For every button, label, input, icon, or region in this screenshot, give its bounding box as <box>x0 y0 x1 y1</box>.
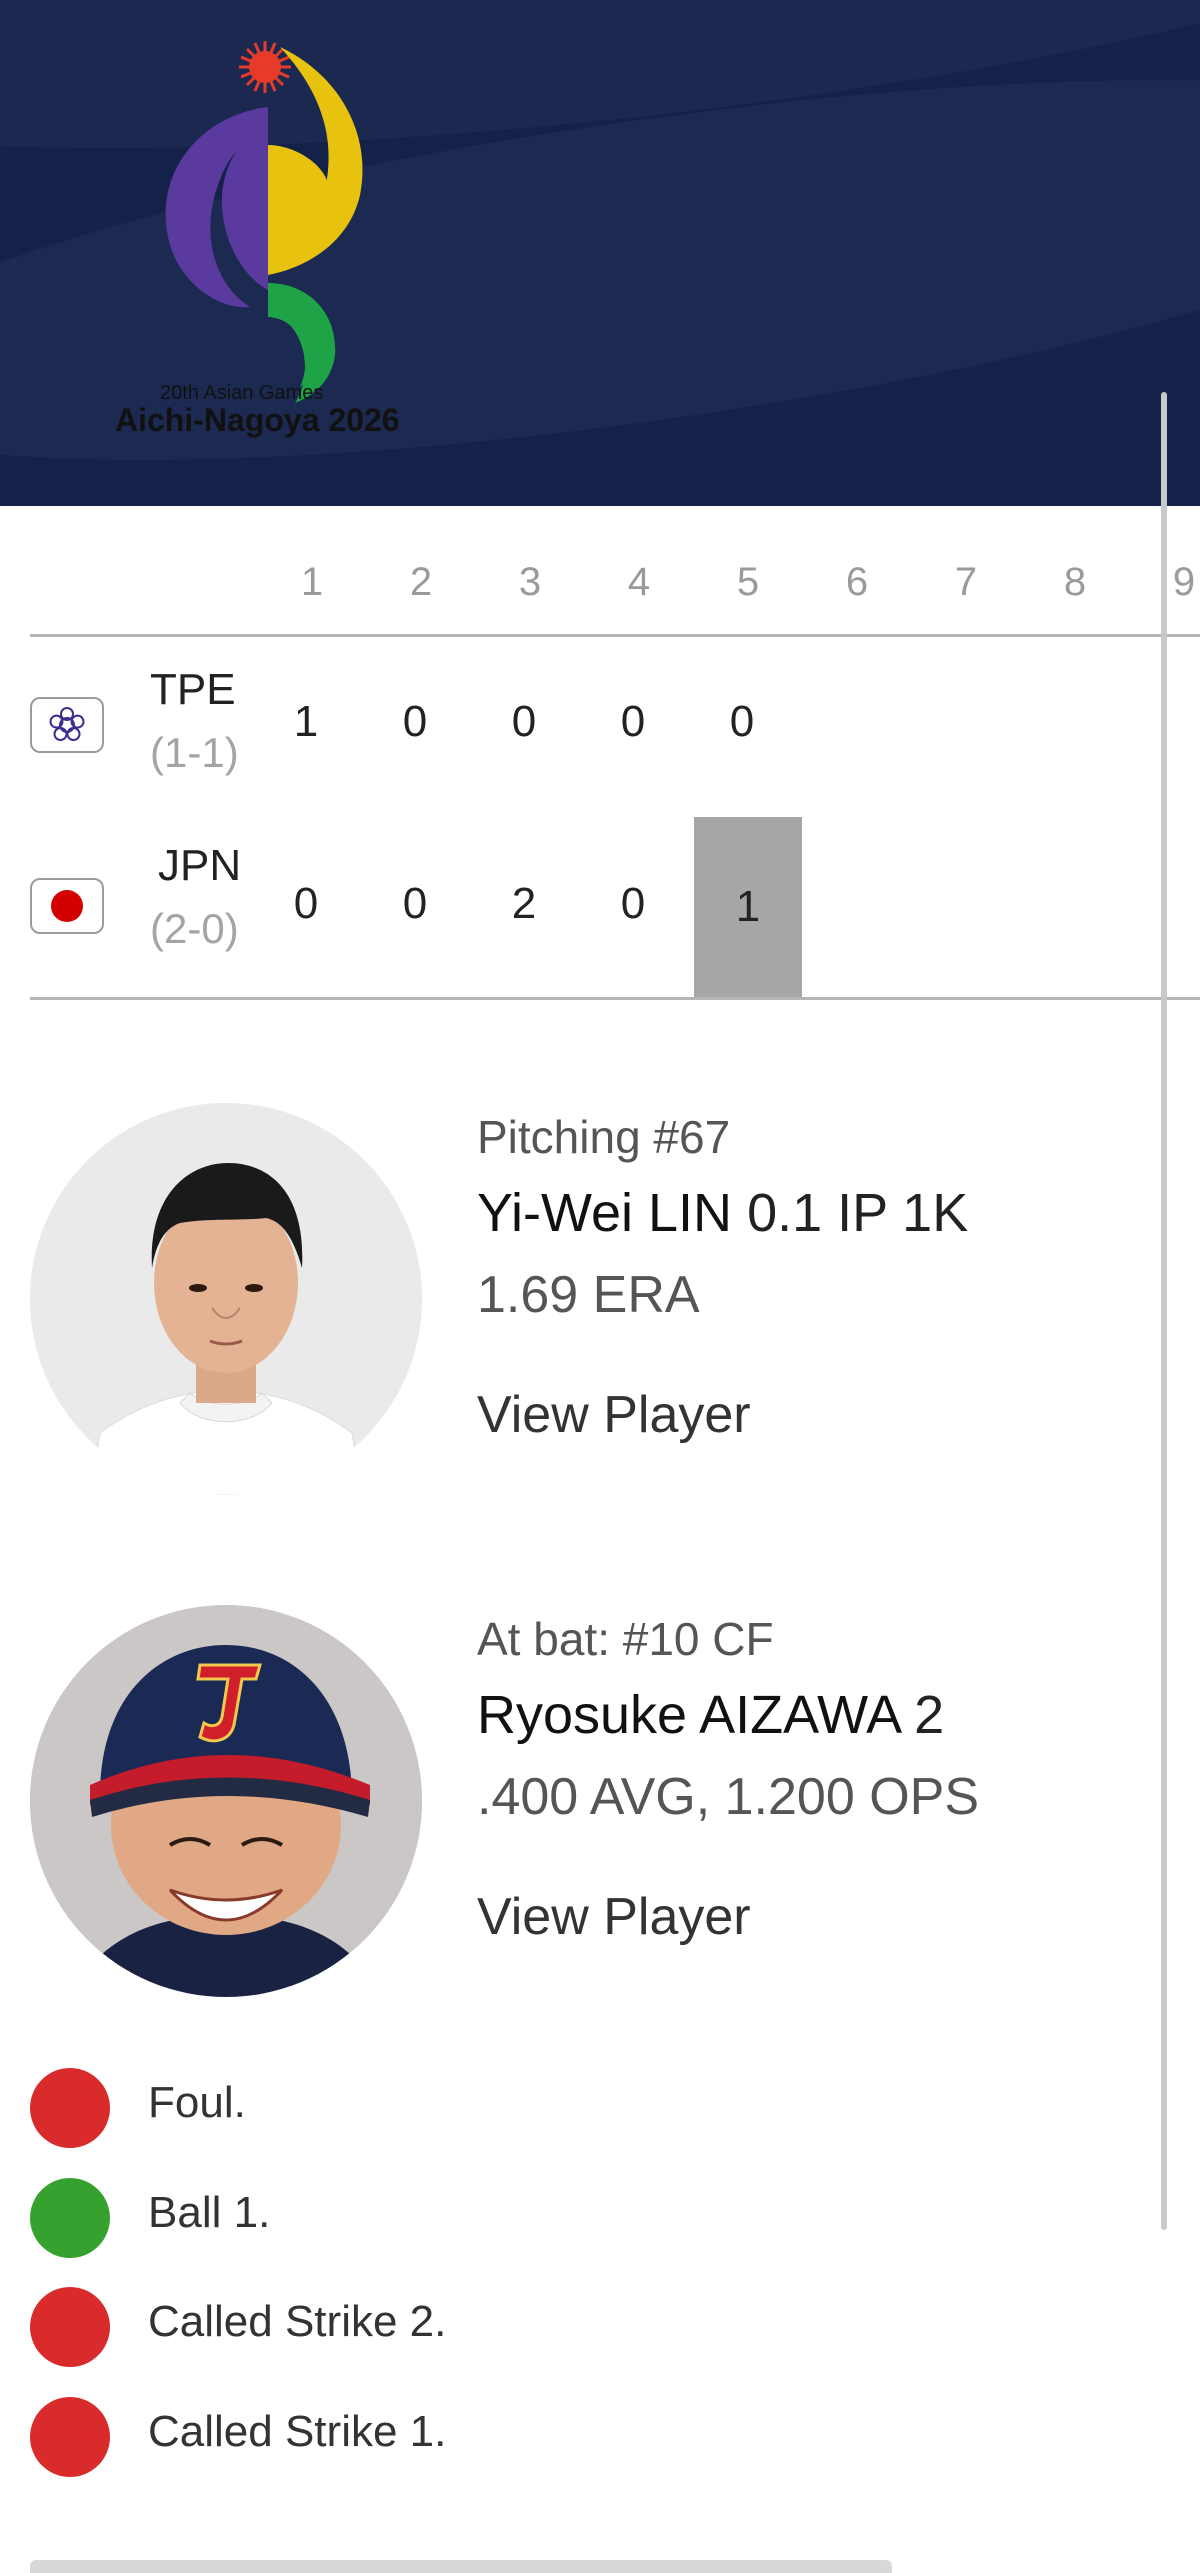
batter-summary: Ryosuke AIZAWA 2 <box>477 1684 944 1746</box>
strike-indicator-icon <box>30 2068 110 2148</box>
inning-number: 7 <box>954 560 978 604</box>
pitch-event: Called Strike 2. <box>30 2287 830 2367</box>
team-code: JPN <box>158 841 242 890</box>
linescore-divider <box>30 997 1200 1000</box>
pitch-label: Called Strike 2. <box>148 2297 447 2346</box>
inning-score: 0 <box>293 879 319 928</box>
batter-line: 2 <box>899 1685 945 1745</box>
pitcher-line: 0.1 IP 1K <box>732 1183 969 1243</box>
vertical-scrollbar[interactable] <box>1161 392 1167 2230</box>
linescore-header: 1 2 3 4 5 6 7 8 9 <box>0 540 1200 636</box>
pitch-label: Ball 1. <box>148 2188 271 2237</box>
inning-number: 8 <box>1063 560 1087 604</box>
japan-flag-icon <box>30 878 104 934</box>
header-banner: 20th Asian Games Aichi-Nagoya 2026 <box>0 0 1200 506</box>
inning-number: 3 <box>518 560 542 604</box>
pitch-event: Foul. <box>30 2068 830 2148</box>
strike-indicator-icon <box>30 2397 110 2477</box>
pitch-event: Ball 1. <box>30 2178 830 2258</box>
pitcher-summary: Yi-Wei LIN 0.1 IP 1K <box>477 1182 968 1244</box>
pitch-label: Foul. <box>148 2078 246 2127</box>
inning-score: 0 <box>620 879 646 928</box>
logo-title: Aichi-Nagoya 2026 <box>115 402 400 438</box>
inning-score: 1 <box>735 882 761 931</box>
inning-score: 0 <box>729 697 755 746</box>
inning-number: 2 <box>409 560 433 604</box>
batter-role: At bat: #10 CF <box>477 1613 774 1665</box>
team-row-jpn[interactable]: JPN (2-0) 0 0 2 0 1 <box>0 817 1200 997</box>
inning-score: 0 <box>402 879 428 928</box>
chinese-taipei-flag-icon <box>30 697 104 753</box>
pitch-label: Called Strike 1. <box>148 2407 447 2456</box>
pitcher-role: Pitching #67 <box>477 1111 731 1163</box>
team-record: (2-0) <box>150 905 239 952</box>
pitcher-avatar[interactable] <box>30 1103 422 1495</box>
inning-number: 4 <box>627 560 651 604</box>
batter-avatar[interactable] <box>30 1605 422 1997</box>
view-batter-link[interactable]: View Player <box>477 1887 751 1947</box>
inning-score: 1 <box>293 697 319 746</box>
inning-number: 5 <box>736 560 760 604</box>
team-record: (1-1) <box>150 729 239 776</box>
view-pitcher-link[interactable]: View Player <box>477 1385 751 1445</box>
team-row-tpe[interactable]: TPE (1-1) 1 0 0 0 0 <box>0 637 1200 817</box>
pitcher-name: Yi-Wei LIN <box>477 1183 733 1243</box>
pitcher-era: 1.69 ERA <box>477 1266 700 1324</box>
inning-score: 2 <box>511 879 537 928</box>
inning-score: 0 <box>402 697 428 746</box>
inning-number: 1 <box>300 560 324 604</box>
inning-number: 6 <box>845 560 869 604</box>
pitch-event: Called Strike 1. <box>30 2397 830 2477</box>
strike-indicator-icon <box>30 2287 110 2367</box>
batter-name: Ryosuke AIZAWA <box>477 1685 900 1745</box>
ball-indicator-icon <box>30 2178 110 2258</box>
team-code: TPE <box>150 665 236 714</box>
batter-stats: .400 AVG, 1.200 OPS <box>477 1768 980 1826</box>
horizontal-scrollbar[interactable] <box>30 2560 892 2573</box>
current-inning-cell: 1 <box>694 817 802 997</box>
inning-score: 0 <box>620 697 646 746</box>
inning-score: 0 <box>511 697 537 746</box>
